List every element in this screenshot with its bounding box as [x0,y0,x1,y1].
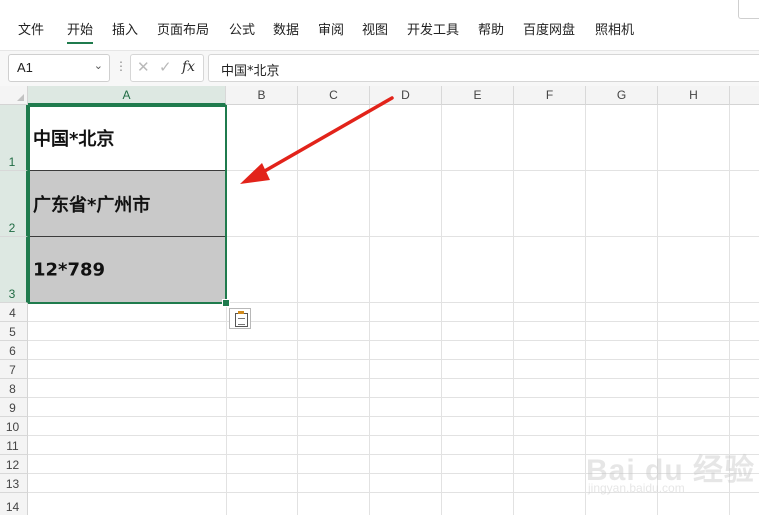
annotation-arrow-icon [240,96,394,184]
watermark-url-text: jingyan.baidu.com [588,481,685,495]
baidu-watermark: Bai du 经验 jingyan.baidu.com [586,445,756,505]
